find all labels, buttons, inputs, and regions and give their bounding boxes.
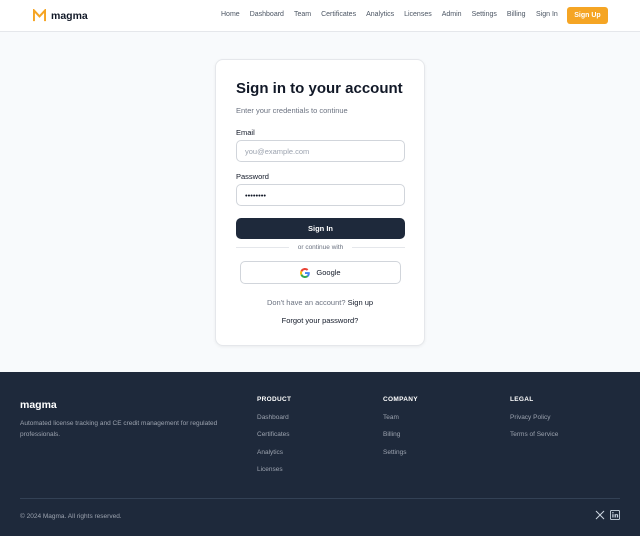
no-account-prompt: Don't have an account? bbox=[266, 298, 346, 307]
footer-link-certificates[interactable]: Certificates bbox=[257, 431, 291, 438]
footer-divider bbox=[20, 498, 620, 499]
nav-billing[interactable]: Billing bbox=[507, 11, 526, 18]
footer-link-billing[interactable]: Billing bbox=[383, 431, 418, 438]
footer-link-team[interactable]: Team bbox=[383, 414, 418, 421]
main-nav: Home Dashboard Team Certificates Analyti… bbox=[221, 11, 536, 18]
page-subtitle: Enter your credentials to continue bbox=[236, 106, 348, 115]
footer-heading: COMPANY bbox=[383, 396, 418, 403]
logo[interactable]: magma bbox=[33, 9, 88, 22]
nav-dashboard[interactable]: Dashboard bbox=[250, 11, 284, 18]
nav-analytics[interactable]: Analytics bbox=[366, 11, 394, 18]
no-account-text: Don't have an account? Sign up bbox=[216, 298, 424, 307]
footer-heading: PRODUCT bbox=[257, 396, 292, 403]
nav-admin[interactable]: Admin bbox=[442, 11, 462, 18]
nav-certificates[interactable]: Certificates bbox=[321, 11, 356, 18]
footer-link-licenses[interactable]: Licenses bbox=[257, 466, 291, 473]
password-field[interactable] bbox=[236, 184, 405, 206]
x-icon[interactable] bbox=[595, 510, 605, 520]
footer-heading: LEGAL bbox=[510, 396, 534, 403]
linkedin-icon[interactable] bbox=[610, 510, 620, 520]
nav-licenses[interactable]: Licenses bbox=[404, 11, 432, 18]
magma-logo-icon bbox=[33, 9, 46, 22]
footer-column-company: COMPANY Team Billing Settings bbox=[383, 396, 418, 466]
header-signin-link[interactable]: Sign In bbox=[536, 11, 558, 18]
footer-column-product: PRODUCT Dashboard Certificates Analytics… bbox=[257, 396, 291, 484]
footer-column-legal: LEGAL Privacy Policy Terms of Service bbox=[510, 396, 558, 449]
footer: magma Automated license tracking and CE … bbox=[0, 372, 640, 536]
brand-name: magma bbox=[51, 9, 88, 22]
footer-link-analytics[interactable]: Analytics bbox=[257, 449, 291, 456]
nav-settings[interactable]: Settings bbox=[472, 11, 497, 18]
top-nav-bar: magma Home Dashboard Team Certificates A… bbox=[0, 0, 640, 32]
page-title: Sign in to your account bbox=[236, 80, 403, 97]
header-signup-button[interactable]: Sign Up bbox=[567, 7, 608, 24]
footer-link-terms[interactable]: Terms of Service bbox=[510, 431, 558, 438]
copyright-text: © 2024 Magma. All rights reserved. bbox=[20, 513, 122, 520]
signin-button[interactable]: Sign In bbox=[236, 218, 405, 239]
google-signin-button[interactable]: Google bbox=[240, 261, 401, 284]
email-field[interactable] bbox=[236, 140, 405, 162]
signup-link[interactable]: Sign up bbox=[348, 298, 373, 307]
footer-brand: magma bbox=[20, 399, 57, 411]
google-icon bbox=[300, 267, 311, 278]
password-label: Password bbox=[236, 172, 269, 181]
signin-card: Sign in to your account Enter your crede… bbox=[215, 59, 425, 346]
footer-link-privacy[interactable]: Privacy Policy bbox=[510, 414, 558, 421]
google-button-label: Google bbox=[316, 268, 341, 277]
nav-home[interactable]: Home bbox=[221, 11, 240, 18]
footer-link-settings[interactable]: Settings bbox=[383, 449, 418, 456]
divider-right bbox=[352, 247, 405, 248]
email-label: Email bbox=[236, 128, 255, 137]
footer-link-dashboard[interactable]: Dashboard bbox=[257, 414, 291, 421]
forgot-password-link[interactable]: Forgot your password? bbox=[216, 316, 424, 325]
footer-description: Automated license tracking and CE credit… bbox=[20, 420, 218, 438]
nav-team[interactable]: Team bbox=[294, 11, 311, 18]
